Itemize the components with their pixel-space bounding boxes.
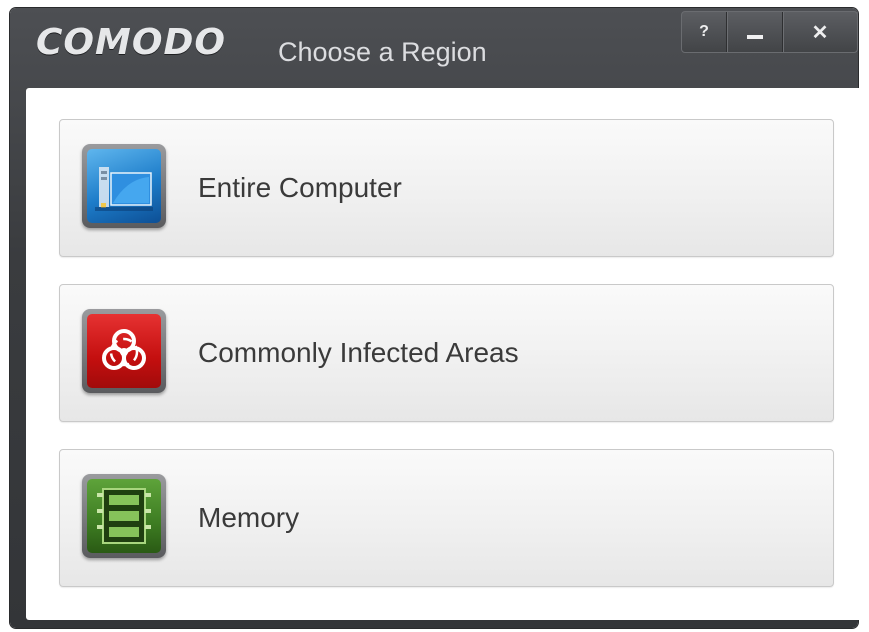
biohazard-icon (82, 309, 166, 393)
close-button[interactable]: ✕ (782, 12, 857, 52)
minimize-icon (746, 35, 763, 39)
option-commonly-infected-areas[interactable]: Commonly Infected Areas (59, 284, 834, 422)
option-label: Memory (198, 502, 300, 533)
computer-icon (82, 144, 166, 228)
minimize-button[interactable] (726, 12, 782, 52)
option-label: Entire Computer (198, 172, 402, 203)
dialog-window: COMODO Choose a Region ? ✕ Entire Comput… (10, 8, 868, 628)
brand-logo: COMODO (36, 22, 226, 63)
window-controls: ? ✕ (681, 11, 858, 53)
option-entire-computer[interactable]: Entire Computer (59, 119, 834, 257)
help-button[interactable]: ? (682, 12, 726, 52)
option-label: Commonly Infected Areas (198, 337, 519, 368)
memory-chip-icon (82, 474, 166, 558)
content-panel: Entire Computer Commonly Infected Areas (26, 88, 868, 620)
option-memory[interactable]: Memory (59, 449, 834, 587)
title-bar[interactable]: COMODO Choose a Region ? ✕ (10, 8, 858, 86)
dialog-title: Choose a Region (278, 37, 487, 67)
